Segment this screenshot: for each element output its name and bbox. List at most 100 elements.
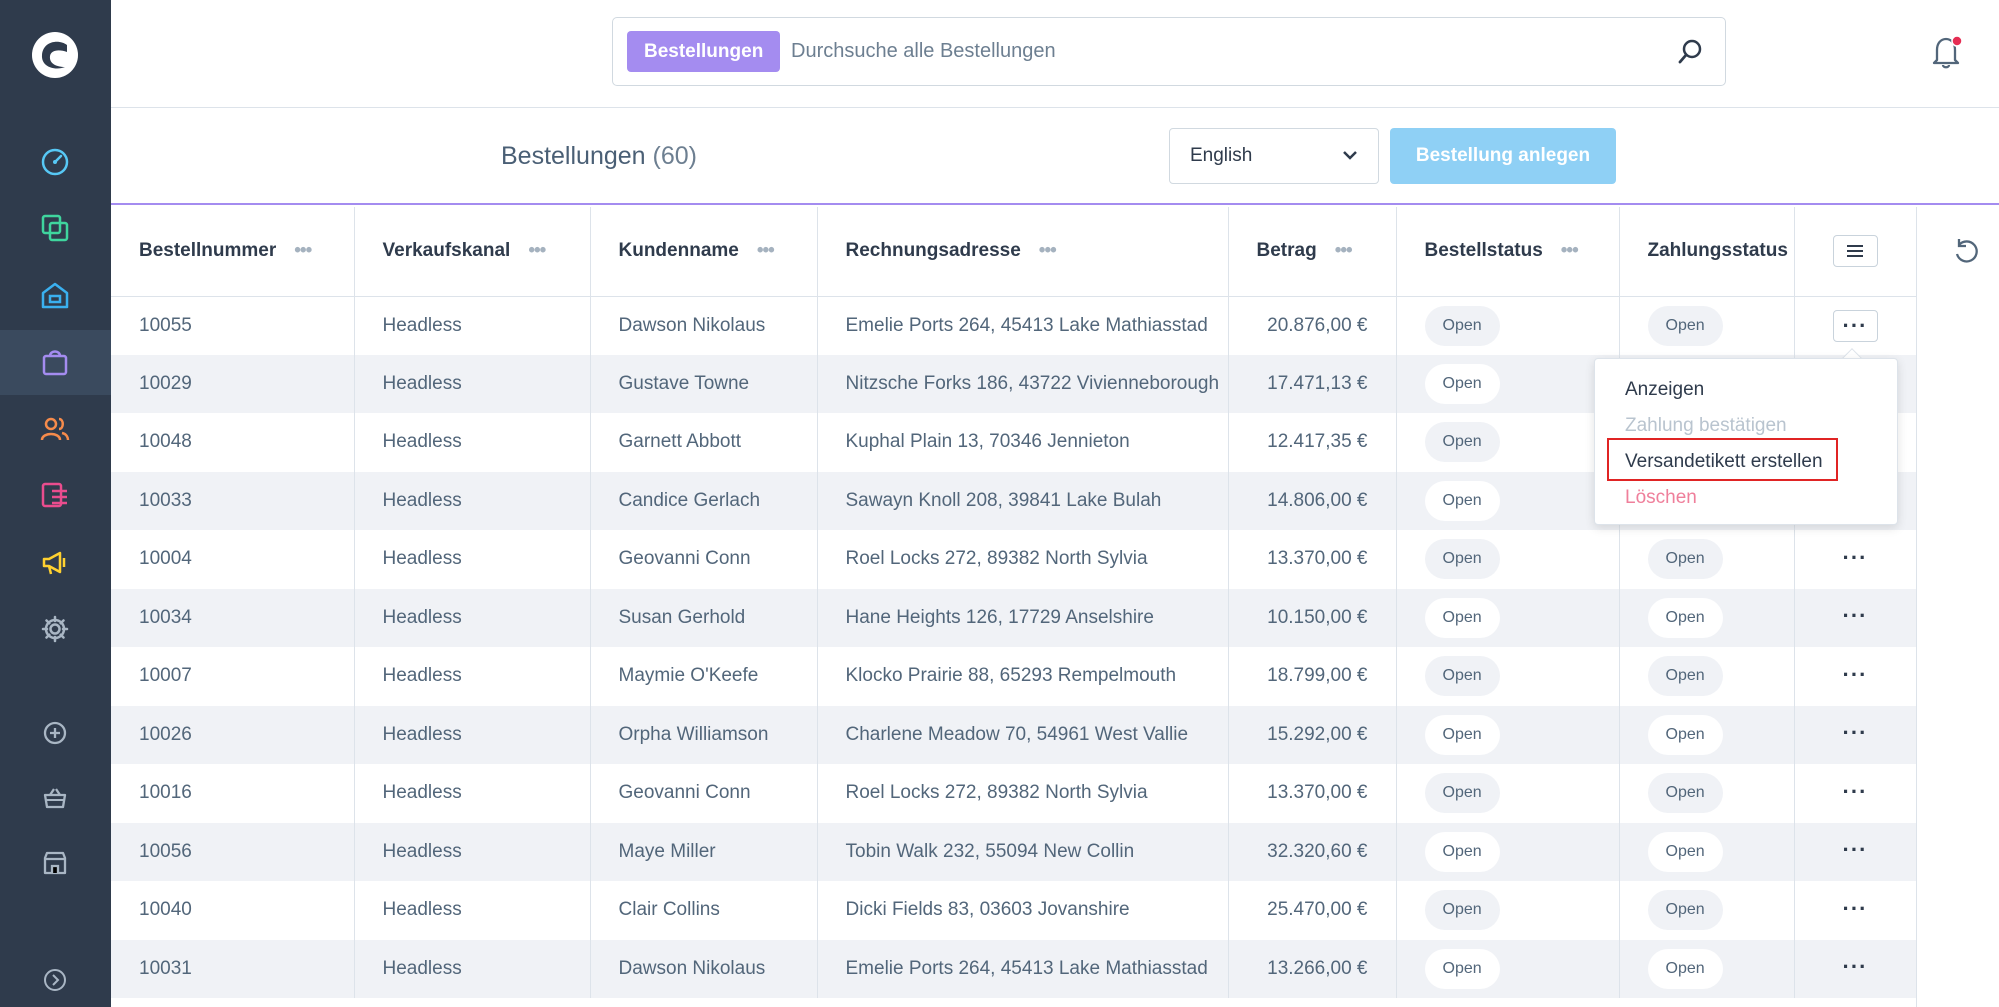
column-header-bestellnummer[interactable]: Bestellnummer ••• (111, 207, 355, 297)
table-row[interactable]: 10004 Headless Geovanni Conn Roel Locks 272… (111, 530, 1917, 589)
cell-billing-address: Sawayn Knoll 208, 39841 Lake Bulah (817, 471, 1229, 530)
cell-order-number[interactable]: 10026 (111, 705, 355, 764)
more-dots-icon[interactable]: ··· (1843, 720, 1868, 745)
cell-amount: 17.471,13 € (1228, 354, 1397, 413)
cell-order-number[interactable]: 10031 (111, 939, 355, 998)
catalogues-icon[interactable] (37, 210, 73, 246)
cell-order-number[interactable]: 10016 (111, 764, 355, 823)
cell-amount: 13.370,00 € (1228, 764, 1397, 823)
row-actions-button[interactable]: ··· (1832, 309, 1878, 342)
row-context-menu: Anzeigen Zahlung bestätigen Versandetike… (1594, 358, 1898, 525)
table-row[interactable]: 10055 Headless Dawson Nikolaus Emelie Ports… (111, 296, 1917, 355)
more-dots-icon[interactable]: ··· (1843, 837, 1868, 862)
cell-order-status: Open (1396, 588, 1620, 647)
search-bar[interactable]: Bestellungen (612, 17, 1726, 86)
column-options-icon[interactable]: ••• (1335, 240, 1353, 261)
more-dots-icon[interactable]: ··· (1843, 662, 1868, 687)
cell-amount: 32.320,60 € (1228, 822, 1397, 881)
cell-order-status: Open (1396, 822, 1620, 881)
cell-sales-channel: Headless (354, 413, 591, 472)
extensions-icon[interactable] (37, 715, 73, 751)
column-options-icon[interactable]: ••• (528, 240, 546, 261)
chevron-down-icon (1343, 151, 1357, 160)
cell-amount: 25.470,00 € (1228, 881, 1397, 940)
content-icon[interactable] (37, 477, 73, 513)
cell-row-actions: ··· (1794, 647, 1917, 706)
cell-order-status: Open (1396, 530, 1620, 589)
cell-order-number[interactable]: 10007 (111, 647, 355, 706)
status-badge: Open (1424, 539, 1500, 580)
column-options-icon[interactable]: ••• (1561, 240, 1579, 261)
create-order-button[interactable]: Bestellung anlegen (1390, 128, 1616, 184)
menu-item-loeschen[interactable]: Löschen (1625, 487, 1697, 509)
cell-order-number[interactable]: 10004 (111, 530, 355, 589)
menu-item-anzeigen[interactable]: Anzeigen (1625, 379, 1704, 401)
cell-order-number[interactable]: 10048 (111, 413, 355, 472)
status-badge: Open (1647, 539, 1723, 580)
cell-sales-channel: Headless (354, 822, 591, 881)
cell-order-number[interactable]: 10056 (111, 822, 355, 881)
status-badge: Open (1424, 597, 1500, 638)
column-options-icon[interactable]: ••• (1039, 240, 1057, 261)
column-header-label: Bestellstatus (1424, 240, 1543, 262)
collapse-icon[interactable] (37, 962, 73, 998)
top-bar: Bestellungen (111, 0, 1999, 108)
more-dots-icon[interactable]: ··· (1843, 603, 1868, 628)
column-header-betrag[interactable]: Betrag ••• (1228, 207, 1397, 297)
cell-billing-address: Dicki Fields 83, 03603 Jovanshire (817, 881, 1229, 940)
table-row[interactable]: 10026 Headless Orpha Williamson Charlene Me… (111, 705, 1917, 764)
column-options-icon[interactable]: ••• (757, 240, 775, 261)
sales-channels-icon[interactable] (37, 277, 73, 313)
table-row[interactable]: 10016 Headless Geovanni Conn Roel Locks 272… (111, 764, 1917, 823)
column-header-kundenname[interactable]: Kundenname ••• (590, 207, 818, 297)
more-dots-icon[interactable]: ··· (1843, 896, 1868, 921)
column-header-verkaufskanal[interactable]: Verkaufskanal ••• (354, 207, 591, 297)
sidebar (0, 0, 111, 1007)
status-badge: Open (1424, 773, 1500, 814)
cell-billing-address: Emelie Ports 264, 45413 Lake Mathiasstad (817, 296, 1229, 355)
cell-order-number[interactable]: 10055 (111, 296, 355, 355)
settings-icon[interactable] (37, 611, 73, 647)
more-dots-icon[interactable]: ··· (1843, 779, 1868, 804)
language-select-value: English (1190, 145, 1253, 166)
marketing-icon[interactable] (37, 544, 73, 580)
orders-icon[interactable] (37, 344, 73, 380)
column-options-icon[interactable]: ••• (294, 240, 312, 261)
status-badge: Open (1647, 831, 1723, 872)
cell-order-status: Open (1396, 413, 1620, 472)
more-dots-icon[interactable]: ··· (1843, 545, 1868, 570)
menu-item-versandetikett-erstellen[interactable]: Versandetikett erstellen (1625, 451, 1823, 473)
search-input[interactable] (791, 31, 1651, 72)
notification-bell-icon[interactable] (1930, 34, 1964, 70)
table-row[interactable]: 10056 Headless Maye Miller Tobin Walk 232, … (111, 822, 1917, 881)
cell-order-number[interactable]: 10029 (111, 354, 355, 413)
cell-customer-name: Susan Gerhold (590, 588, 818, 647)
language-select[interactable]: English (1169, 128, 1379, 184)
refresh-icon[interactable] (1951, 237, 1981, 267)
column-header-rechnungsadresse[interactable]: Rechnungsadresse ••• (817, 207, 1229, 297)
shopware-logo[interactable] (31, 31, 79, 79)
cell-order-number[interactable]: 10034 (111, 588, 355, 647)
status-badge: Open (1647, 305, 1723, 346)
store-icon[interactable] (37, 845, 73, 881)
cell-order-number[interactable]: 10040 (111, 881, 355, 940)
table-row[interactable]: 10031 Headless Dawson Nikolaus Emelie Ports… (111, 939, 1917, 998)
cell-customer-name: Clair Collins (590, 881, 818, 940)
basket-icon[interactable] (37, 780, 73, 816)
table-row[interactable]: 10040 Headless Clair Collins Dicki Fields 8… (111, 881, 1917, 940)
cell-amount: 15.292,00 € (1228, 705, 1397, 764)
customers-icon[interactable] (37, 411, 73, 447)
table-row[interactable]: 10007 Headless Maymie O'Keefe Klocko Prairi… (111, 647, 1917, 706)
column-header-bestellstatus[interactable]: Bestellstatus ••• (1396, 207, 1620, 297)
column-header-zahlungsstatus[interactable]: Zahlungsstatus (1619, 207, 1795, 297)
cell-amount: 13.370,00 € (1228, 530, 1397, 589)
search-icon[interactable] (1677, 38, 1703, 66)
search-type-chip[interactable]: Bestellungen (627, 31, 781, 72)
status-badge: Open (1424, 890, 1500, 931)
dashboard-icon[interactable] (37, 144, 73, 180)
cell-payment-status: Open (1619, 530, 1795, 589)
table-row[interactable]: 10034 Headless Susan Gerhold Hane Heights 1… (111, 588, 1917, 647)
more-dots-icon[interactable]: ··· (1843, 954, 1868, 979)
column-settings-button[interactable] (1832, 235, 1878, 268)
cell-order-number[interactable]: 10033 (111, 471, 355, 530)
